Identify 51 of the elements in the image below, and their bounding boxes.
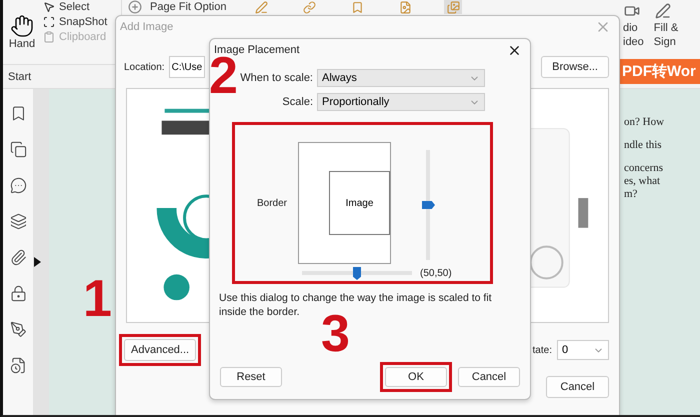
- document-text: concerns: [623, 162, 664, 175]
- document-text: m?: [623, 188, 638, 201]
- field-label: Scale:: [281, 96, 313, 108]
- page-fit-option[interactable]: Page Fit Option: [150, 1, 226, 13]
- tool-button[interactable]: Select: [43, 1, 117, 13]
- pointer-icon: [43, 1, 55, 13]
- location-label: Location:: [124, 62, 165, 72]
- placement-preview[interactable]: Border Image (50,50): [232, 122, 493, 284]
- snapshot-icon: [43, 16, 55, 28]
- layers-icon[interactable]: [10, 213, 26, 230]
- document-text: ndle this: [623, 139, 663, 152]
- rotate-select[interactable]: 0: [557, 340, 609, 360]
- dialog-title: Add Image: [120, 21, 174, 33]
- hand-icon[interactable]: [10, 14, 34, 38]
- scale-select[interactable]: Proportionally: [317, 93, 485, 111]
- slider-thumb[interactable]: [422, 201, 435, 209]
- document-text: es, what: [623, 175, 662, 188]
- scale-select[interactable]: Always: [317, 69, 485, 87]
- field-label: When to scale:: [239, 72, 313, 84]
- cancel-button[interactable]: Cancel: [546, 376, 609, 398]
- browse-button[interactable]: Browse...: [541, 56, 609, 78]
- file-clock-icon[interactable]: [10, 357, 26, 374]
- location-field[interactable]: C:\Use: [168, 56, 206, 78]
- position-readout: (50,50): [420, 268, 452, 278]
- dialog-title: Image Placement: [214, 44, 300, 56]
- dialog-button[interactable]: Reset: [220, 367, 282, 387]
- document-text: on? How: [623, 116, 666, 129]
- ribbon-label: Sign: [654, 36, 676, 48]
- pages-icon[interactable]: [10, 141, 26, 158]
- image-frame: Image: [329, 171, 390, 235]
- clipboard-icon: [43, 31, 55, 43]
- rotate-label: tate:: [532, 344, 552, 356]
- ribbon-label: dio: [623, 22, 638, 34]
- dialog-button[interactable]: OK: [385, 367, 447, 387]
- start-tab[interactable]: Start: [8, 70, 32, 82]
- tool-button[interactable]: SnapShot: [43, 16, 117, 28]
- images-icon[interactable]: [444, 0, 462, 14]
- paperclip-icon[interactable]: [10, 249, 26, 266]
- lock-icon[interactable]: [10, 285, 26, 302]
- pen-icon[interactable]: [10, 321, 26, 338]
- hand-label: Hand: [8, 38, 36, 50]
- ribbon-label: ideo: [623, 36, 644, 48]
- advanced-button[interactable]: Advanced...: [124, 339, 196, 361]
- slider-thumb[interactable]: [353, 267, 361, 280]
- ribbon-label: Fill &: [654, 22, 678, 34]
- pen-icon[interactable]: [654, 2, 672, 20]
- plus-circle-icon[interactable]: [126, 0, 144, 14]
- comment-icon[interactable]: [10, 177, 26, 194]
- border-label: Border: [257, 198, 288, 208]
- step-number: 1: [83, 273, 112, 325]
- dialog-button[interactable]: Cancel: [458, 367, 520, 387]
